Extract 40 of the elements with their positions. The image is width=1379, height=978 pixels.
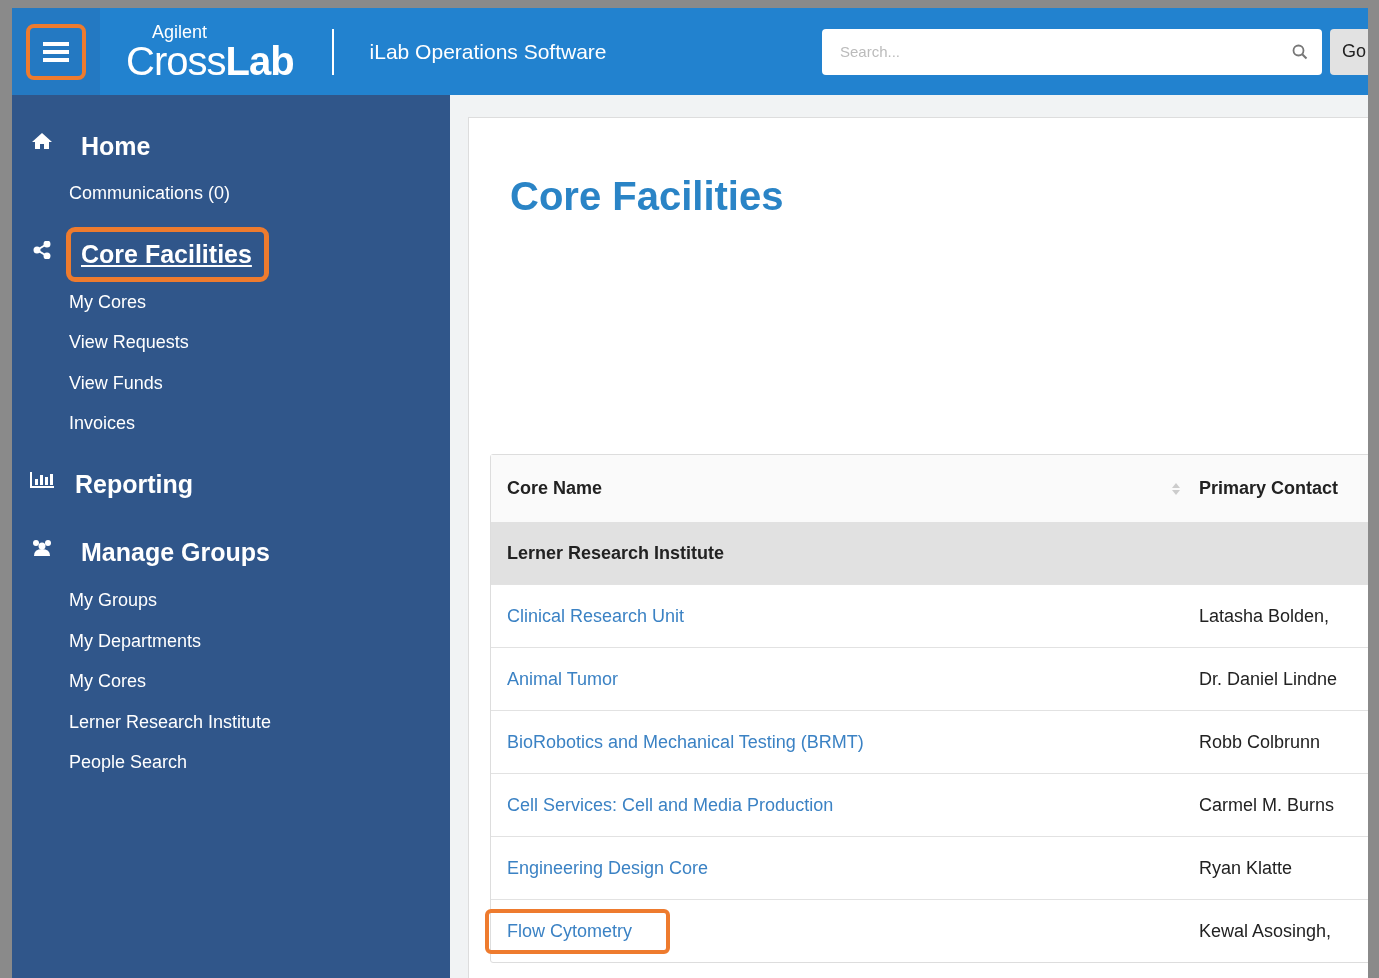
core-link[interactable]: Animal Tumor	[485, 656, 657, 702]
bar-chart-icon	[30, 470, 54, 489]
sidebar-item[interactable]: My Groups	[12, 579, 450, 621]
column-header[interactable]: Primary Contact	[1199, 478, 1339, 498]
core-link[interactable]: Cell Services: Cell and Media Production	[485, 782, 872, 828]
contact-cell: Robb Colbrunn	[1199, 731, 1321, 752]
page-title: Core Facilities	[510, 174, 785, 220]
sidebar-item[interactable]: My Departments	[12, 620, 450, 662]
column-header[interactable]: Core Name	[507, 478, 603, 499]
core-link[interactable]: BioRobotics and Mechanical Testing (BRMT)	[485, 719, 902, 765]
sidebar-item[interactable]: Lerner Research Institute	[12, 701, 450, 743]
app-title: iLab Operations Software	[369, 39, 607, 64]
sidebar-item[interactable]: My Cores	[12, 661, 450, 702]
group-label: Lerner Research Institute	[507, 542, 725, 564]
sidebar-section-link[interactable]: Reporting	[60, 457, 211, 513]
sidebar-item[interactable]: My Cores	[12, 281, 450, 323]
sidebar-section-link[interactable]: Core Facilities	[66, 227, 269, 283]
sidebar-item[interactable]: People Search	[12, 742, 450, 783]
search-icon	[1292, 43, 1308, 60]
search-field[interactable]: Search...	[822, 28, 1322, 75]
core-link[interactable]: Flow Cytometry	[485, 908, 670, 954]
menu-button[interactable]	[26, 23, 86, 80]
sidebar-item[interactable]: View Funds	[12, 362, 450, 404]
sidebar-item[interactable]: View Requests	[12, 322, 450, 363]
sidebar-section-link[interactable]: Manage Groups	[66, 525, 287, 581]
sidebar-section-link[interactable]: Home	[66, 118, 168, 174]
home-icon	[30, 132, 54, 150]
logo: Agilent CrossLab	[126, 22, 294, 81]
contact-cell: Carmel M. Burns	[1199, 794, 1335, 815]
go-button[interactable]: Go	[1330, 28, 1368, 75]
sidebar-item[interactable]: Communications (0)	[12, 173, 450, 214]
contact-cell: Dr. Daniel Lindne	[1199, 668, 1338, 689]
core-link[interactable]: Clinical Research Unit	[485, 593, 723, 639]
menu-icon	[43, 40, 69, 63]
contact-cell: Latasha Bolden,	[1199, 605, 1330, 626]
users-icon	[30, 538, 54, 557]
contact-cell: Kewal Asosingh,	[1199, 920, 1332, 941]
contact-cell: Ryan Klatte	[1199, 857, 1293, 878]
core-link[interactable]: Engineering Design Core	[485, 845, 747, 891]
sidebar-item[interactable]: Invoices	[12, 403, 450, 444]
